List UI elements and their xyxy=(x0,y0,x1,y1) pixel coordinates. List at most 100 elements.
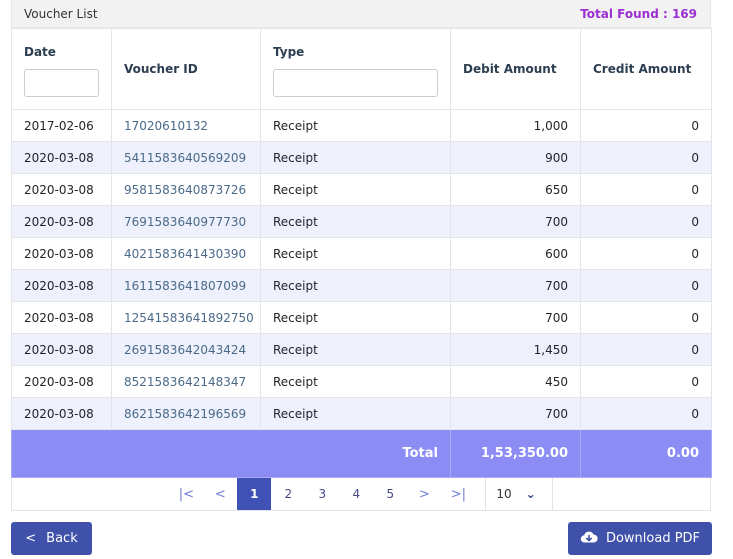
download-pdf-button[interactable]: Download PDF xyxy=(568,522,712,555)
voucher-list-card: Voucher List Total Found : 169 Date Vouc… xyxy=(11,0,712,478)
prev-page-icon[interactable]: < xyxy=(203,478,237,510)
type-cell: Receipt xyxy=(260,109,451,142)
date-cell: 2020-03-08 xyxy=(11,365,112,398)
page-button-5[interactable]: 5 xyxy=(373,478,407,510)
page-button-3[interactable]: 3 xyxy=(305,478,339,510)
total-found-count: Total Found : 169 xyxy=(580,6,697,21)
total-debit: 1,53,350.00 xyxy=(450,429,581,478)
date-header-label: Date xyxy=(24,45,56,59)
table-row: 2020-03-08 8621583642196569 Receipt 700 … xyxy=(11,397,712,430)
table-header-row: Date Voucher ID Type Debit Amount Credit… xyxy=(11,28,712,110)
voucher-id-cell[interactable]: 8521583642148347 xyxy=(111,365,261,398)
debit-cell: 1,000 xyxy=(450,109,581,142)
credit-cell: 0 xyxy=(580,397,712,430)
credit-cell: 0 xyxy=(580,205,712,238)
credit-cell: 0 xyxy=(580,173,712,206)
first-page-icon[interactable]: |< xyxy=(169,478,203,510)
table-row: 2020-03-08 8521583642148347 Receipt 450 … xyxy=(11,365,712,398)
back-button[interactable]: < Back xyxy=(11,522,92,555)
debit-cell: 450 xyxy=(450,365,581,398)
type-column-header: Type xyxy=(260,28,451,110)
pagination: |< < 1 2 3 4 5 > >| 10 ⌄ xyxy=(11,478,711,511)
debit-cell: 650 xyxy=(450,173,581,206)
chevron-down-icon: ⌄ xyxy=(525,487,536,501)
credit-cell: 0 xyxy=(580,365,712,398)
voucher-table: Date Voucher ID Type Debit Amount Credit… xyxy=(11,28,712,478)
debit-cell: 700 xyxy=(450,301,581,334)
table-row: 2020-03-08 9581583640873726 Receipt 650 … xyxy=(11,173,712,206)
voucher-id-cell[interactable]: 9581583640873726 xyxy=(111,173,261,206)
download-pdf-label: Download PDF xyxy=(605,531,701,546)
credit-column-header: Credit Amount xyxy=(580,28,712,110)
date-cell: 2020-03-08 xyxy=(11,237,112,270)
date-cell: 2017-02-06 xyxy=(11,109,112,142)
type-cell: Receipt xyxy=(260,365,451,398)
type-cell: Receipt xyxy=(260,269,451,302)
debit-cell: 900 xyxy=(450,141,581,174)
credit-cell: 0 xyxy=(580,237,712,270)
voucher-id-cell[interactable]: 2691583642043424 xyxy=(111,333,261,366)
type-cell: Receipt xyxy=(260,397,451,430)
date-column-header: Date xyxy=(11,28,112,110)
debit-cell: 600 xyxy=(450,237,581,270)
debit-cell: 700 xyxy=(450,205,581,238)
total-label: Total xyxy=(11,429,451,478)
type-cell: Receipt xyxy=(260,301,451,334)
per-page-select[interactable]: 10 ⌄ xyxy=(485,478,553,510)
debit-cell: 700 xyxy=(450,269,581,302)
type-cell: Receipt xyxy=(260,141,451,174)
date-filter-input[interactable] xyxy=(24,69,99,97)
credit-cell: 0 xyxy=(580,301,712,334)
date-cell: 2020-03-08 xyxy=(11,397,112,430)
type-header-label: Type xyxy=(273,45,305,59)
date-cell: 2020-03-08 xyxy=(11,173,112,206)
type-cell: Receipt xyxy=(260,173,451,206)
table-row: 2020-03-08 5411583640569209 Receipt 900 … xyxy=(11,141,712,174)
type-cell: Receipt xyxy=(260,205,451,238)
debit-cell: 1,450 xyxy=(450,333,581,366)
voucher-id-header-label: Voucher ID xyxy=(124,62,198,76)
credit-cell: 0 xyxy=(580,109,712,142)
cloud-download-icon xyxy=(580,530,598,548)
credit-cell: 0 xyxy=(580,141,712,174)
voucher-id-column-header: Voucher ID xyxy=(111,28,261,110)
last-page-icon[interactable]: >| xyxy=(441,478,475,510)
credit-header-label: Credit Amount xyxy=(593,62,692,76)
table-row: 2020-03-08 2691583642043424 Receipt 1,45… xyxy=(11,333,712,366)
debit-column-header: Debit Amount xyxy=(450,28,581,110)
voucher-id-cell[interactable]: 17020610132 xyxy=(111,109,261,142)
voucher-id-cell[interactable]: 1611583641807099 xyxy=(111,269,261,302)
type-filter-input[interactable] xyxy=(273,69,438,97)
debit-cell: 700 xyxy=(450,397,581,430)
table-row: 2020-03-08 4021583641430390 Receipt 600 … xyxy=(11,237,712,270)
table-row: 2017-02-06 17020610132 Receipt 1,000 0 xyxy=(11,109,712,142)
debit-header-label: Debit Amount xyxy=(463,62,557,76)
date-cell: 2020-03-08 xyxy=(11,205,112,238)
page-button-4[interactable]: 4 xyxy=(339,478,373,510)
type-cell: Receipt xyxy=(260,237,451,270)
date-cell: 2020-03-08 xyxy=(11,269,112,302)
table-row: 2020-03-08 12541583641892750 Receipt 700… xyxy=(11,301,712,334)
table-row: 2020-03-08 7691583640977730 Receipt 700 … xyxy=(11,205,712,238)
credit-cell: 0 xyxy=(580,333,712,366)
next-page-icon[interactable]: > xyxy=(407,478,441,510)
total-row: Total 1,53,350.00 0.00 xyxy=(11,429,712,478)
page-button-1[interactable]: 1 xyxy=(237,478,272,510)
voucher-id-cell[interactable]: 7691583640977730 xyxy=(111,205,261,238)
date-cell: 2020-03-08 xyxy=(11,141,112,174)
voucher-id-cell[interactable]: 5411583640569209 xyxy=(111,141,261,174)
chevron-left-icon: < xyxy=(25,531,37,546)
date-cell: 2020-03-08 xyxy=(11,333,112,366)
card-header: Voucher List Total Found : 169 xyxy=(11,0,711,28)
voucher-id-cell[interactable]: 12541583641892750 xyxy=(111,301,261,334)
credit-cell: 0 xyxy=(580,269,712,302)
voucher-id-cell[interactable]: 4021583641430390 xyxy=(111,237,261,270)
table-row: 2020-03-08 1611583641807099 Receipt 700 … xyxy=(11,269,712,302)
page-button-2[interactable]: 2 xyxy=(271,478,305,510)
page-title: Voucher List xyxy=(24,6,98,21)
back-button-label: Back xyxy=(46,531,78,546)
type-cell: Receipt xyxy=(260,333,451,366)
total-credit: 0.00 xyxy=(580,429,712,478)
date-cell: 2020-03-08 xyxy=(11,301,112,334)
voucher-id-cell[interactable]: 8621583642196569 xyxy=(111,397,261,430)
